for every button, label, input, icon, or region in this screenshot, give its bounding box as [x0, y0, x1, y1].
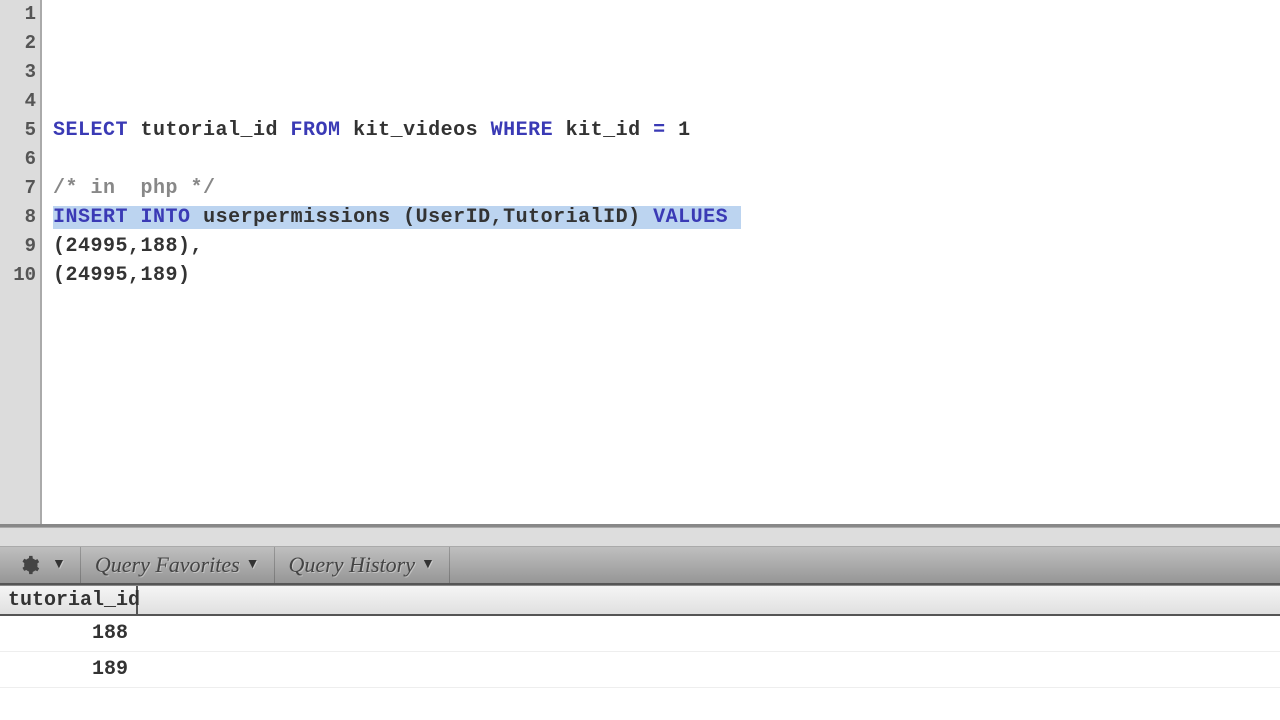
code-line[interactable] — [53, 87, 1280, 116]
keyword-from: FROM — [291, 119, 341, 142]
chevron-down-icon: ▼ — [421, 557, 435, 573]
code-area[interactable]: SELECT tutorial_id FROM kit_videos WHERE… — [42, 0, 1280, 524]
table-row[interactable]: 189 — [0, 652, 1280, 688]
keyword-where: WHERE — [491, 119, 554, 142]
selected-text: INSERT INTO userpermissions (UserID,Tuto… — [53, 206, 741, 229]
query-favorites-button[interactable]: Query Favorites ▼ — [81, 547, 275, 583]
code-line[interactable] — [53, 58, 1280, 87]
gear-icon — [20, 555, 40, 575]
results-pane: tutorial_id 188 189 — [0, 585, 1280, 720]
sql-editor: 1 2 3 4 5 6 7 8 9 10 SELECT tutorial_id … — [0, 0, 1280, 527]
table-row[interactable]: 188 — [0, 616, 1280, 652]
comment: /* in php */ — [53, 177, 216, 200]
line-number: 7 — [0, 174, 36, 203]
line-number: 9 — [0, 232, 36, 261]
line-number-gutter: 1 2 3 4 5 6 7 8 9 10 — [0, 0, 42, 524]
keyword-into: INTO — [141, 206, 191, 229]
code-line[interactable] — [53, 0, 1280, 29]
keyword-select: SELECT — [53, 119, 128, 142]
line-number: 1 — [0, 0, 36, 29]
line-number: 10 — [0, 261, 36, 290]
line-number: 3 — [0, 58, 36, 87]
code-line[interactable] — [53, 145, 1280, 174]
result-cell: 188 — [0, 622, 138, 645]
code-line[interactable]: SELECT tutorial_id FROM kit_videos WHERE… — [53, 116, 1280, 145]
keyword-values: VALUES — [653, 206, 728, 229]
tab-label: Query Favorites — [95, 552, 240, 578]
gear-menu[interactable]: ▼ — [6, 547, 81, 583]
tab-label: Query History — [289, 552, 415, 578]
keyword-insert: INSERT — [53, 206, 128, 229]
line-number: 8 — [0, 203, 36, 232]
results-header-row: tutorial_id — [0, 586, 1280, 616]
code-line[interactable]: INSERT INTO userpermissions (UserID,Tuto… — [53, 203, 1280, 232]
result-cell: 189 — [0, 658, 138, 681]
horizontal-scrollbar-strip[interactable] — [0, 527, 1280, 547]
chevron-down-icon: ▼ — [52, 557, 66, 573]
column-header[interactable]: tutorial_id — [0, 586, 138, 614]
query-history-button[interactable]: Query History ▼ — [275, 547, 450, 583]
code-line[interactable]: (24995,188), — [53, 232, 1280, 261]
code-line[interactable]: (24995,189) — [53, 261, 1280, 290]
query-tabbar: ▼ Query Favorites ▼ Query History ▼ — [0, 547, 1280, 585]
code-line[interactable]: /* in php */ — [53, 174, 1280, 203]
line-number: 5 — [0, 116, 36, 145]
line-number: 4 — [0, 87, 36, 116]
line-number: 2 — [0, 29, 36, 58]
code-line[interactable] — [53, 29, 1280, 58]
chevron-down-icon: ▼ — [246, 557, 260, 573]
line-number: 6 — [0, 145, 36, 174]
